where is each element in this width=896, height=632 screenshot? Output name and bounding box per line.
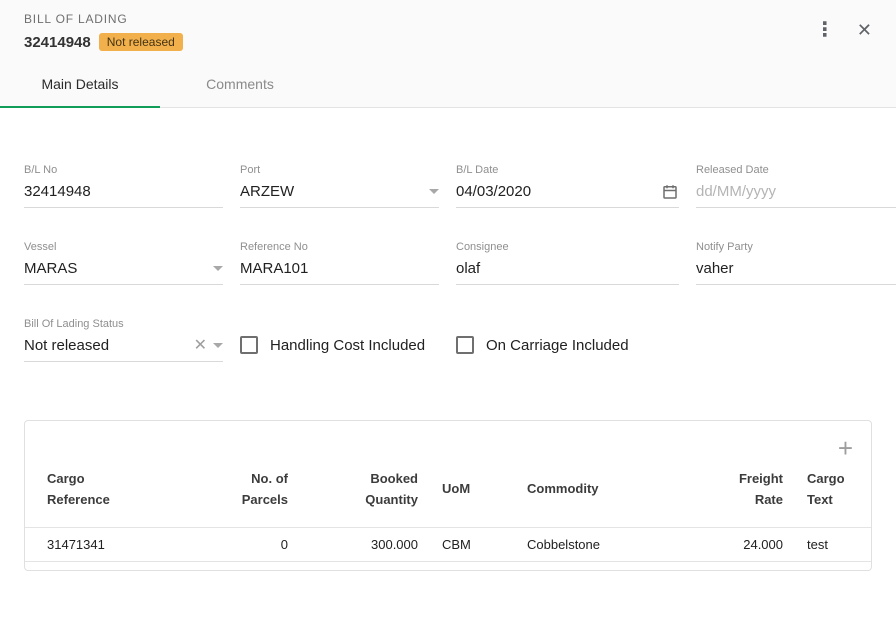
col-cargo-text: Cargo Text [795, 463, 871, 527]
released-date-label: Released Date [696, 164, 896, 176]
consignee-input[interactable] [456, 260, 679, 277]
cargo-table-header-row: Cargo Reference No. of Parcels Booked Qu… [25, 463, 871, 527]
notify-party-label: Notify Party [696, 241, 896, 253]
add-cargo-button[interactable]: + [838, 433, 853, 463]
cell-uom[interactable]: CBM [430, 527, 515, 561]
table-row[interactable]: 31471341 0 300.000 CBM Cobbelstone 24.00… [25, 527, 871, 561]
bl-status-value: Not released [24, 337, 188, 354]
on-carriage-checkbox[interactable]: On Carriage Included [456, 336, 629, 354]
col-cargo-reference: Cargo Reference [25, 463, 215, 527]
col-uom: UoM [430, 463, 515, 527]
bl-date-input[interactable] [456, 183, 655, 200]
chevron-down-icon[interactable] [213, 343, 223, 348]
reference-no-label: Reference No [240, 241, 439, 253]
cell-cargo-reference[interactable]: 31471341 [25, 527, 215, 561]
bl-status-field: Bill Of Lading Status Not released ✕ [24, 318, 223, 362]
bl-status-label: Bill Of Lading Status [24, 318, 223, 330]
cargo-table: Cargo Reference No. of Parcels Booked Qu… [25, 463, 871, 562]
bl-no-input[interactable] [24, 183, 223, 200]
bl-no-field: B/L No [24, 164, 223, 208]
handling-cost-cell: Handling Cost Included [240, 318, 439, 362]
port-label: Port [240, 164, 439, 176]
notify-party-field: Notify Party [696, 241, 896, 285]
consignee-field: Consignee [456, 241, 679, 285]
vessel-field: Vessel MARAS [24, 241, 223, 285]
cargo-card: + Cargo Reference No. of Parcels Booked … [24, 420, 872, 571]
port-value: ARZEW [240, 183, 423, 200]
handling-cost-label: Handling Cost Included [270, 337, 425, 354]
checkbox-icon[interactable] [240, 336, 258, 354]
reference-no-input[interactable] [240, 260, 439, 277]
kebab-menu-icon[interactable]: ⋮ [815, 20, 835, 40]
clear-icon[interactable]: ✕ [194, 338, 207, 354]
handling-cost-checkbox[interactable]: Handling Cost Included [240, 336, 425, 354]
col-booked-quantity: Booked Quantity [300, 463, 430, 527]
tab-comments[interactable]: Comments [160, 61, 320, 107]
checkbox-icon[interactable] [456, 336, 474, 354]
chevron-down-icon[interactable] [429, 189, 439, 194]
on-carriage-label: On Carriage Included [486, 337, 629, 354]
tab-bar: Main Details Comments [0, 61, 896, 108]
on-carriage-cell: On Carriage Included [456, 318, 679, 362]
page-subtitle: BILL OF LADING [24, 12, 183, 26]
tab-main-details[interactable]: Main Details [0, 61, 160, 107]
col-freight-rate: Freight Rate [675, 463, 795, 527]
cell-booked-quantity[interactable]: 300.000 [300, 527, 430, 561]
page-title: 32414948 [24, 34, 91, 51]
col-commodity: Commodity [515, 463, 675, 527]
vessel-value: MARAS [24, 260, 207, 277]
chevron-down-icon[interactable] [213, 266, 223, 271]
vessel-label: Vessel [24, 241, 223, 253]
notify-party-input[interactable] [696, 260, 896, 277]
bl-date-label: B/L Date [456, 164, 679, 176]
cell-cargo-text[interactable]: test [795, 527, 871, 561]
col-no-of-parcels: No. of Parcels [215, 463, 300, 527]
status-badge: Not released [99, 33, 183, 51]
cell-commodity[interactable]: Cobbelstone [515, 527, 675, 561]
vessel-select[interactable]: MARAS [24, 256, 223, 285]
port-select[interactable]: ARZEW [240, 179, 439, 208]
consignee-label: Consignee [456, 241, 679, 253]
cell-no-of-parcels[interactable]: 0 [215, 527, 300, 561]
bl-no-label: B/L No [24, 164, 223, 176]
dialog-header: BILL OF LADING 32414948 Not released ⋮ ✕ [0, 0, 896, 61]
bl-status-select[interactable]: Not released ✕ [24, 333, 223, 362]
released-date-field: Released Date [696, 164, 896, 208]
calendar-icon[interactable] [661, 183, 679, 201]
released-date-input[interactable] [696, 183, 895, 200]
port-field: Port ARZEW [240, 164, 439, 208]
empty-cell [696, 318, 896, 362]
bl-date-field: B/L Date [456, 164, 679, 208]
cell-freight-rate[interactable]: 24.000 [675, 527, 795, 561]
close-icon[interactable]: ✕ [857, 21, 872, 39]
reference-no-field: Reference No [240, 241, 439, 285]
main-details-form: B/L No Port ARZEW B/L Date Release [0, 108, 896, 362]
